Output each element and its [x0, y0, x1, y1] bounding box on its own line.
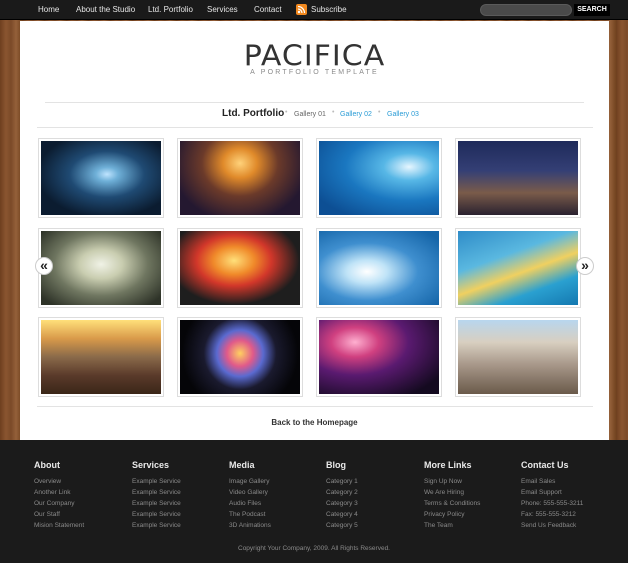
footer-text: Phone: 555-555-3211	[521, 500, 584, 507]
thumbnail-wave-splash[interactable]	[316, 228, 442, 308]
footer-column-contact-us: Contact Us Email Sales Email Support Pho…	[521, 460, 583, 531]
footer-heading: Blog	[326, 460, 346, 470]
footer-link[interactable]: Example Service	[132, 487, 181, 498]
separator-dot: •	[332, 109, 335, 116]
thumbnail-seagull-flight[interactable]	[38, 228, 164, 308]
thumbnail-sunset-hills[interactable]	[38, 317, 164, 397]
nav-contact[interactable]: Contact	[254, 0, 282, 20]
footer-column-services: Services Example Service Example Service…	[132, 460, 181, 531]
thumbnail-ocean-wave[interactable]	[316, 138, 442, 218]
footer-link[interactable]: Example Service	[132, 520, 181, 531]
nav-home[interactable]: Home	[38, 0, 59, 20]
footer-link[interactable]: Another Link	[34, 487, 84, 498]
footer-link[interactable]: Email Sales	[521, 476, 583, 487]
footer-link[interactable]: Example Service	[132, 509, 181, 520]
nav-subscribe[interactable]: Subscribe	[311, 0, 347, 20]
footer-link[interactable]: Audio Files	[229, 498, 271, 509]
footer-link[interactable]: Category 3	[326, 498, 358, 509]
separator-dot: •	[285, 109, 288, 116]
footer-link[interactable]: We Are Hiring	[424, 487, 480, 498]
footer-link[interactable]: Terms & Conditions	[424, 498, 480, 509]
rss-icon[interactable]	[296, 4, 307, 15]
footer-link[interactable]: Category 4	[326, 509, 358, 520]
thumbnail-autumn-leaves[interactable]	[177, 228, 303, 308]
copyright-text: Copyright Your Company, 2009. All Rights…	[238, 545, 390, 552]
footer-column-media: Media Image Gallery Video Gallery Audio …	[229, 460, 271, 531]
gallery-01-link[interactable]: Gallery 01	[294, 111, 326, 118]
next-arrow-button[interactable]: »	[576, 257, 594, 275]
gallery-03-link[interactable]: Gallery 03	[387, 111, 419, 118]
footer-column-about: About Overview Another Link Our Company …	[34, 460, 84, 531]
footer-column-blog: Blog Category 1 Category 2 Category 3 Ca…	[326, 460, 358, 531]
nav-ltd-portfolio[interactable]: Ltd. Portfolio	[148, 0, 193, 20]
previous-arrow-button[interactable]: «	[35, 257, 53, 275]
footer-link[interactable]: Our Company	[34, 498, 84, 509]
divider-gallery-bottom	[37, 406, 593, 407]
footer-link[interactable]: 3D Animations	[229, 520, 271, 531]
footer-heading: Services	[132, 460, 170, 470]
thumbnail-crystal-globe[interactable]	[177, 317, 303, 397]
nav-about-the-studio[interactable]: About the Studio	[76, 0, 135, 20]
thumbnail-bridge-night[interactable]	[38, 138, 164, 218]
content-panel: PACIFICA A PORTFOLIO TEMPLATE Ltd. Portf…	[20, 21, 609, 440]
search-button[interactable]: SEARCH	[574, 4, 610, 16]
nav-services[interactable]: Services	[207, 0, 238, 20]
footer-text: Fax: 555-555-3212	[521, 511, 576, 518]
footer-link[interactable]: Send Us Feedback	[521, 520, 583, 531]
separator-dot: •	[378, 109, 381, 116]
footer-link[interactable]: Example Service	[132, 498, 181, 509]
footer-heading: More Links	[424, 460, 472, 470]
footer-link[interactable]: Category 1	[326, 476, 358, 487]
thumbnail-underpass-lights[interactable]	[177, 138, 303, 218]
thumbnail-fireworks[interactable]	[316, 317, 442, 397]
back-to-homepage-link[interactable]: Back to the Homepage	[20, 418, 609, 427]
divider-top	[45, 102, 584, 103]
footer-link[interactable]: Sign Up Now	[424, 476, 480, 487]
footer-link[interactable]: Overview	[34, 476, 84, 487]
footer-link[interactable]: Category 2	[326, 487, 358, 498]
footer-link[interactable]: Image Gallery	[229, 476, 271, 487]
search-input[interactable]	[480, 4, 572, 16]
page-title: Ltd. Portfolio	[222, 108, 285, 119]
footer-link[interactable]: Category 5	[326, 520, 358, 531]
top-navigation: Home About the Studio Ltd. Portfolio Ser…	[0, 0, 628, 20]
thumbnail-night-street[interactable]	[455, 138, 581, 218]
footer-heading: About	[34, 460, 60, 470]
thumbnail-pool-curves[interactable]	[455, 228, 581, 308]
footer-link[interactable]: Example Service	[132, 476, 181, 487]
footer-link[interactable]: The Team	[424, 520, 480, 531]
footer-link[interactable]: Mision Statement	[34, 520, 84, 531]
divider-gallery-top	[37, 127, 593, 128]
footer-heading: Media	[229, 460, 255, 470]
footer-heading: Contact Us	[521, 460, 569, 470]
footer: About Overview Another Link Our Company …	[0, 440, 628, 563]
footer-link[interactable]: The Podcast	[229, 509, 271, 520]
footer-link[interactable]: Email Support	[521, 487, 583, 498]
footer-link[interactable]: Privacy Policy	[424, 509, 480, 520]
thumbnail-village-alley[interactable]	[455, 317, 581, 397]
footer-link[interactable]: Our Staff	[34, 509, 84, 520]
footer-link[interactable]: Video Gallery	[229, 487, 271, 498]
site-tagline: A PORTFOLIO TEMPLATE	[250, 69, 379, 76]
footer-column-more-links: More Links Sign Up Now We Are Hiring Ter…	[424, 460, 480, 531]
gallery-02-link[interactable]: Gallery 02	[340, 111, 372, 118]
